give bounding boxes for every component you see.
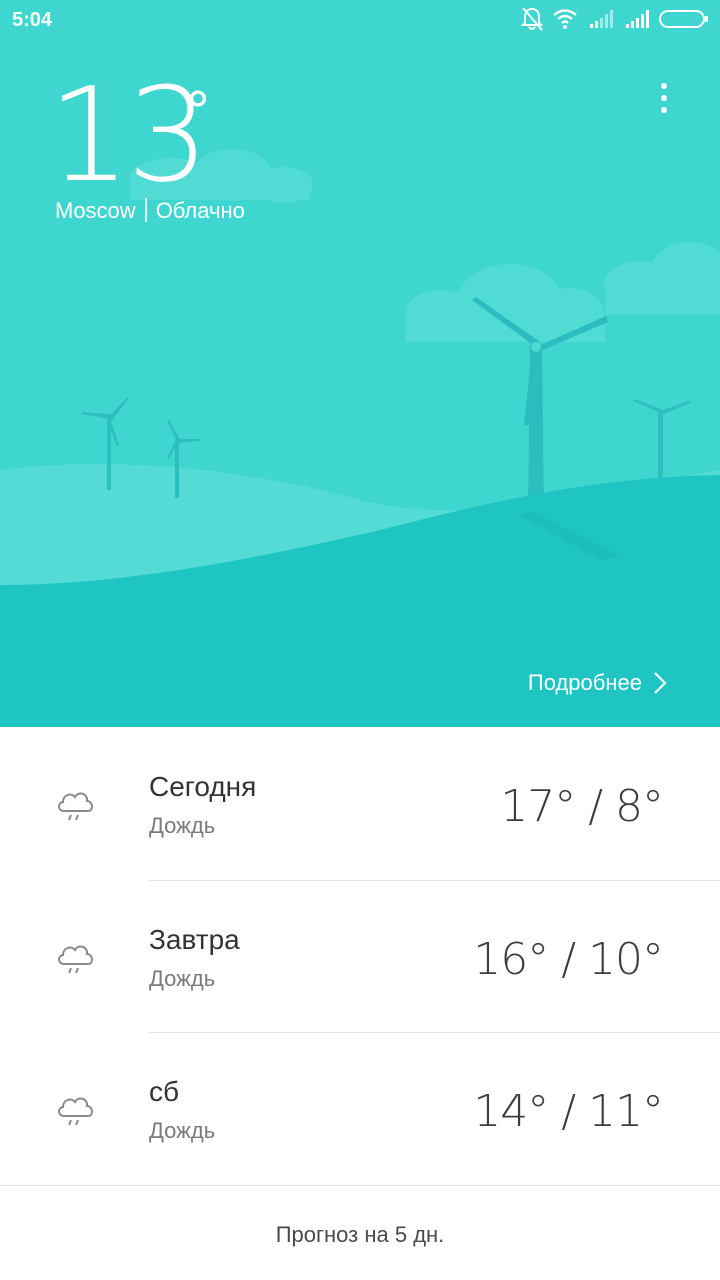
city-name[interactable]: Moscow bbox=[55, 198, 136, 223]
current-condition: Облачно bbox=[155, 198, 245, 223]
forecast-temps: 14° / 11° bbox=[473, 1086, 664, 1137]
divider bbox=[0, 1185, 720, 1186]
rain-cloud-icon bbox=[58, 792, 93, 821]
battery-icon bbox=[659, 10, 708, 28]
signal-2-icon bbox=[626, 10, 649, 28]
status-time: 5:04 bbox=[12, 9, 53, 31]
details-label: Подробнее bbox=[527, 670, 642, 695]
rain-cloud-icon bbox=[58, 1097, 93, 1126]
forecast-day: Сегодня bbox=[149, 771, 257, 802]
menu-dot-icon bbox=[661, 83, 667, 89]
chevron-right-icon[interactable] bbox=[652, 669, 668, 697]
forecast-row-today[interactable]: Сегодня Дождь 17° / 8° bbox=[0, 727, 720, 879]
details-link[interactable]: Подробнее bbox=[528, 670, 642, 696]
location-condition: Moscow Облачно bbox=[55, 198, 245, 224]
rain-cloud-icon bbox=[58, 945, 93, 974]
five-day-forecast-link[interactable]: Прогноз на 5 дн. bbox=[0, 1222, 720, 1248]
status-bar: 5:04 bbox=[0, 0, 720, 40]
forecast-condition: Дождь bbox=[149, 813, 216, 838]
menu-dot-icon bbox=[661, 95, 667, 101]
forecast-day: Завтра bbox=[149, 924, 240, 955]
weather-hero: 5:04 13 ° Moscow Облачно Подробнее bbox=[0, 0, 720, 727]
bell-muted-icon bbox=[520, 7, 544, 31]
wifi-icon bbox=[553, 9, 577, 29]
forecast-temps: 16° / 10° bbox=[473, 934, 664, 985]
signal-1-icon bbox=[590, 10, 613, 28]
forecast-day: сб bbox=[149, 1076, 180, 1107]
more-options-button[interactable] bbox=[648, 78, 680, 118]
forecast-row-saturday[interactable]: сб Дождь 14° / 11° bbox=[0, 1032, 720, 1184]
current-temperature: 13 bbox=[48, 59, 209, 211]
degree-symbol: ° bbox=[185, 82, 211, 142]
forecast-row-tomorrow[interactable]: Завтра Дождь 16° / 10° bbox=[0, 880, 720, 1032]
status-icons bbox=[510, 6, 710, 34]
forecast-temps: 17° / 8° bbox=[500, 781, 664, 832]
separator bbox=[144, 198, 147, 222]
forecast-condition: Дождь bbox=[149, 966, 216, 991]
menu-dot-icon bbox=[661, 107, 667, 113]
forecast-condition: Дождь bbox=[149, 1118, 216, 1143]
